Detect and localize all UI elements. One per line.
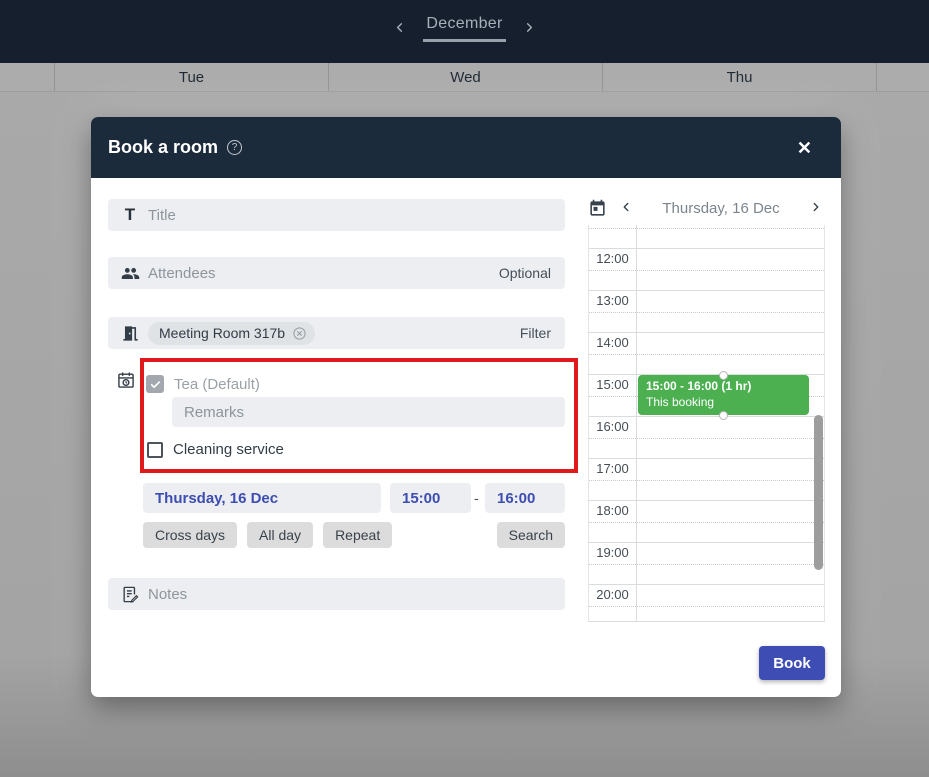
book-button[interactable]: Book [759, 646, 825, 680]
time-label: 14:00 [589, 335, 636, 350]
start-time-value: 15:00 [402, 490, 440, 507]
weekday-header-row: TueWedThu [0, 63, 929, 92]
weekday-header-wed: Wed [329, 63, 603, 91]
cleaning-label: Cleaning service [173, 441, 284, 458]
notes-input[interactable]: Notes [108, 578, 565, 610]
event-title: This booking [646, 394, 801, 410]
help-icon[interactable]: ? [227, 140, 242, 155]
prev-month-button[interactable] [390, 18, 409, 40]
timeline-hour-row[interactable]: 18:00 [589, 500, 824, 542]
weekday-header-tue: Tue [55, 63, 329, 91]
search-button[interactable]: Search [497, 522, 565, 548]
prev-day-button[interactable] [617, 198, 635, 219]
remarks-placeholder: Remarks [184, 404, 244, 421]
time-label: 13:00 [589, 293, 636, 308]
time-label: 17:00 [589, 461, 636, 476]
chevron-left-icon [619, 200, 633, 217]
book-room-modal: Book a room ? ✕ T Title Attendees Option… [91, 117, 841, 697]
timeline-hour-row[interactable]: 20:00 [589, 584, 824, 621]
attendees-optional-label: Optional [499, 265, 551, 281]
timeline-partial-row [589, 225, 824, 248]
filter-button[interactable]: Filter [520, 325, 551, 341]
action-repeat-button[interactable]: Repeat [323, 522, 392, 548]
time-label: 18:00 [589, 503, 636, 518]
time-label: 16:00 [589, 419, 636, 434]
tea-service-row: Tea (Default) [146, 375, 260, 393]
next-day-button[interactable] [807, 198, 825, 219]
event-resize-handle-bottom[interactable] [719, 411, 728, 420]
scrollbar-thumb[interactable] [814, 415, 823, 570]
cleaning-checkbox-unchecked[interactable] [147, 442, 163, 458]
attendees-people-icon [120, 264, 140, 283]
page: December TueWedThu Book a room ? ✕ T Tit… [0, 0, 929, 777]
date-value: Thursday, 16 Dec [155, 490, 278, 507]
date-calendar-clock-icon [116, 370, 136, 395]
timeline-hour-row[interactable]: 16:00 [589, 416, 824, 458]
attendees-input[interactable]: Attendees Optional [108, 257, 565, 289]
room-input[interactable]: Meeting Room 317b Filter [108, 317, 565, 349]
timeline-hour-row[interactable]: 12:00 [589, 248, 824, 290]
weekday-header-thu: Thu [603, 63, 877, 91]
day-view-header: Thursday, 16 Dec [588, 193, 825, 223]
remarks-input[interactable]: Remarks [172, 397, 565, 427]
timeline-hour-row[interactable]: 14:00 [589, 332, 824, 374]
room-chip-label: Meeting Room 317b [159, 325, 285, 341]
chip-remove-icon[interactable] [292, 326, 307, 341]
timeline-hour-row[interactable]: 19:00 [589, 542, 824, 584]
chevron-right-icon [522, 20, 537, 38]
title-input[interactable]: T Title [108, 199, 565, 231]
modal-title: Book a room ? [108, 137, 242, 158]
event-resize-handle-top[interactable] [719, 371, 728, 380]
top-navbar: December [0, 0, 929, 63]
cleaning-service-row: Cleaning service [147, 441, 284, 458]
annotation-highlight-box: Tea (Default) Remarks Cleaning service [140, 358, 578, 473]
time-label: 20:00 [589, 587, 636, 602]
today-calendar-icon[interactable] [588, 199, 607, 218]
tea-checkbox-checked[interactable] [146, 375, 164, 393]
time-gutter-cell [0, 63, 55, 91]
chevron-right-icon [809, 200, 823, 217]
timeline-hour-row[interactable]: 13:00 [589, 290, 824, 332]
notes-placeholder: Notes [148, 586, 187, 603]
event-time-range: 15:00 - 16:00 (1 hr) [646, 378, 801, 394]
date-picker-field[interactable]: Thursday, 16 Dec [143, 483, 381, 513]
action-cross-days-button[interactable]: Cross days [143, 522, 237, 548]
timeline-hour-row[interactable]: 17:00 [589, 458, 824, 500]
time-label: 15:00 [589, 377, 636, 392]
chevron-left-icon [392, 20, 407, 38]
end-time-field[interactable]: 16:00 [485, 483, 565, 513]
action-buttons: Cross days All day Repeat Search [143, 522, 565, 548]
time-range-separator: - [474, 483, 479, 513]
action-all-day-button[interactable]: All day [247, 522, 313, 548]
month-navigation: December [390, 15, 538, 42]
calendar-event-this-booking[interactable]: 15:00 - 16:00 (1 hr) This booking [638, 375, 809, 415]
attendees-placeholder: Attendees [148, 265, 216, 282]
day-view-date-label: Thursday, 16 Dec [635, 200, 807, 217]
start-time-field[interactable]: 15:00 [390, 483, 471, 513]
room-chip[interactable]: Meeting Room 317b [148, 322, 315, 345]
end-time-value: 16:00 [497, 490, 535, 507]
title-placeholder: Title [148, 207, 176, 224]
next-month-button[interactable] [520, 18, 539, 40]
tea-label: Tea (Default) [174, 376, 260, 393]
time-label: 19:00 [589, 545, 636, 560]
modal-header: Book a room ? ✕ [91, 117, 841, 178]
room-door-icon [120, 324, 140, 343]
notes-document-icon [120, 585, 140, 604]
month-label[interactable]: December [423, 15, 505, 42]
time-label: 12:00 [589, 251, 636, 266]
title-text-icon: T [120, 205, 140, 225]
modal-title-text: Book a room [108, 137, 218, 158]
close-icon[interactable]: ✕ [793, 135, 824, 161]
weekday-filler-cell [877, 63, 929, 91]
timeline-grid[interactable]: 12:00 13:00 14:00 15:00 16:00 17:00 18:00 19:00… [588, 225, 825, 622]
